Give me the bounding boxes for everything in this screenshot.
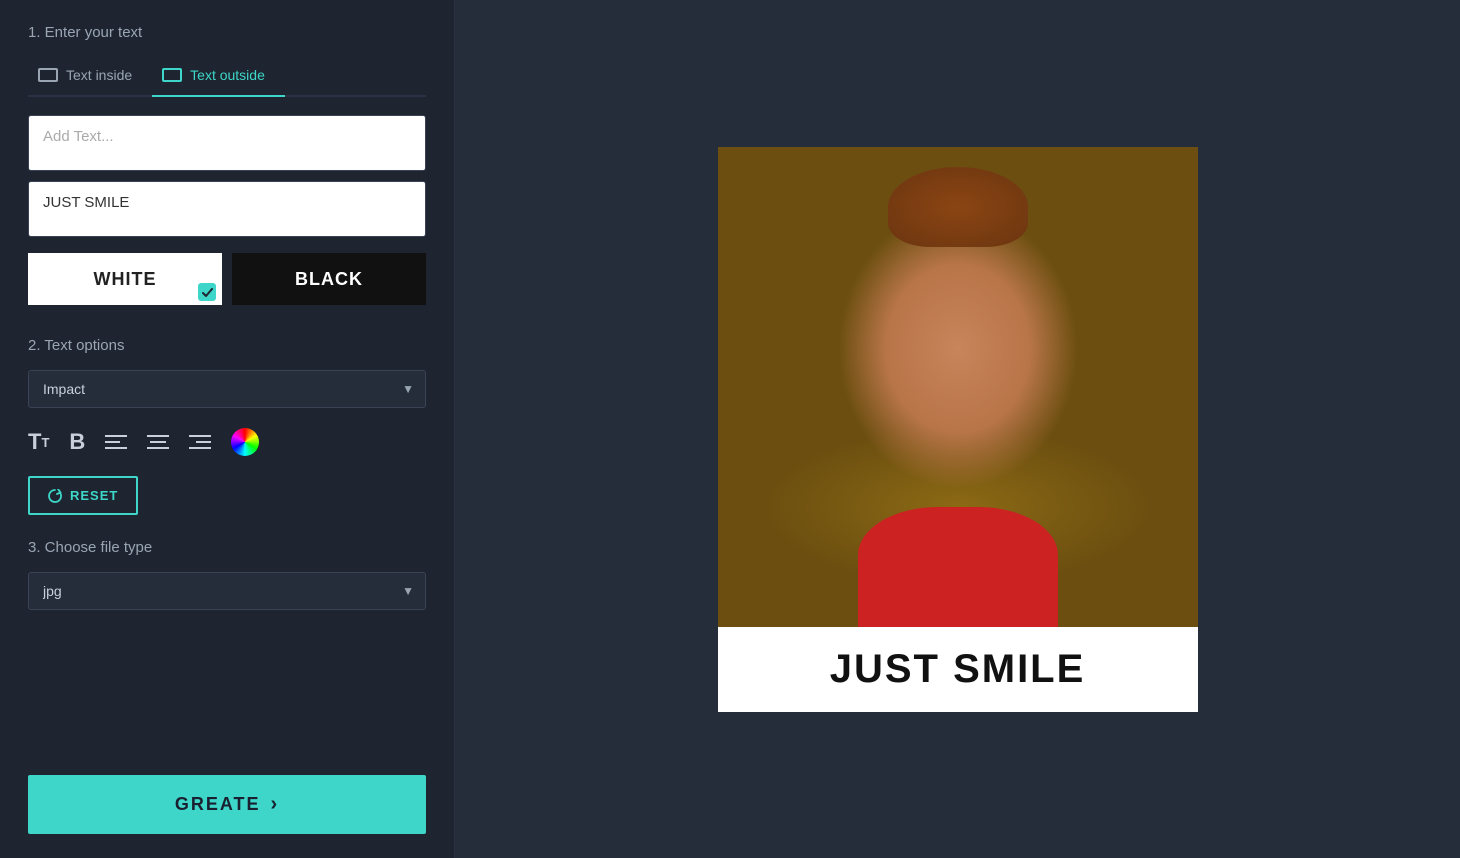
meme-photo	[718, 147, 1198, 627]
text-options-section: 2. Text options Impact Arial Times New R…	[28, 337, 426, 515]
black-color-button[interactable]: BLACK	[232, 253, 426, 305]
file-type-select[interactable]: jpg png gif	[28, 572, 426, 610]
text-outside-icon	[162, 68, 182, 82]
color-buttons: WHITE BLACK	[28, 253, 426, 305]
align-left-icon[interactable]	[105, 433, 127, 451]
reset-label: RESET	[70, 488, 118, 503]
meme-preview: JUST SMILE	[718, 147, 1198, 712]
file-type-section: 3. Choose file type jpg png gif ▼	[28, 539, 426, 610]
font-select-wrapper: Impact Arial Times New Roman Comic Sans …	[28, 370, 426, 408]
check-icon	[202, 288, 213, 297]
meme-image	[718, 147, 1198, 627]
align-center-svg	[147, 433, 169, 451]
bold-icon[interactable]: B	[69, 429, 85, 455]
tab-text-inside[interactable]: Text inside	[28, 57, 152, 95]
step2-title: 2. Text options	[28, 337, 426, 354]
color-wheel-icon[interactable]	[231, 428, 259, 456]
meme-caption: JUST SMILE	[718, 627, 1198, 712]
create-button[interactable]: GREATE ›	[28, 775, 426, 834]
align-left-svg	[105, 433, 127, 451]
left-panel: 1. Enter your text Text inside Text outs…	[0, 0, 455, 858]
text-inside-icon	[38, 68, 58, 82]
white-color-button[interactable]: WHITE	[28, 253, 222, 305]
font-size-icon[interactable]: TT	[28, 429, 49, 455]
text-inputs: JUST SMILE	[28, 115, 426, 237]
tab-text-outside[interactable]: Text outside	[152, 57, 285, 97]
format-icons: TT B	[28, 428, 426, 456]
font-select[interactable]: Impact Arial Times New Roman Comic Sans	[28, 370, 426, 408]
tab-text-outside-label: Text outside	[190, 67, 265, 83]
step1-title: 1. Enter your text	[28, 24, 426, 41]
bottom-text-input[interactable]: JUST SMILE	[28, 181, 426, 237]
top-text-input[interactable]	[28, 115, 426, 171]
create-label: GREATE	[175, 794, 261, 815]
reset-icon	[48, 489, 62, 503]
step3-title: 3. Choose file type	[28, 539, 426, 556]
white-selected-badge	[198, 283, 216, 301]
align-right-svg	[189, 433, 211, 451]
right-panel: JUST SMILE	[455, 0, 1460, 858]
tab-text-inside-label: Text inside	[66, 67, 132, 83]
file-select-wrapper: jpg png gif ▼	[28, 572, 426, 610]
align-right-icon[interactable]	[189, 433, 211, 451]
create-arrow-icon: ›	[271, 793, 280, 816]
text-type-tabs: Text inside Text outside	[28, 57, 426, 97]
align-center-icon[interactable]	[147, 433, 169, 451]
reset-button[interactable]: RESET	[28, 476, 138, 515]
